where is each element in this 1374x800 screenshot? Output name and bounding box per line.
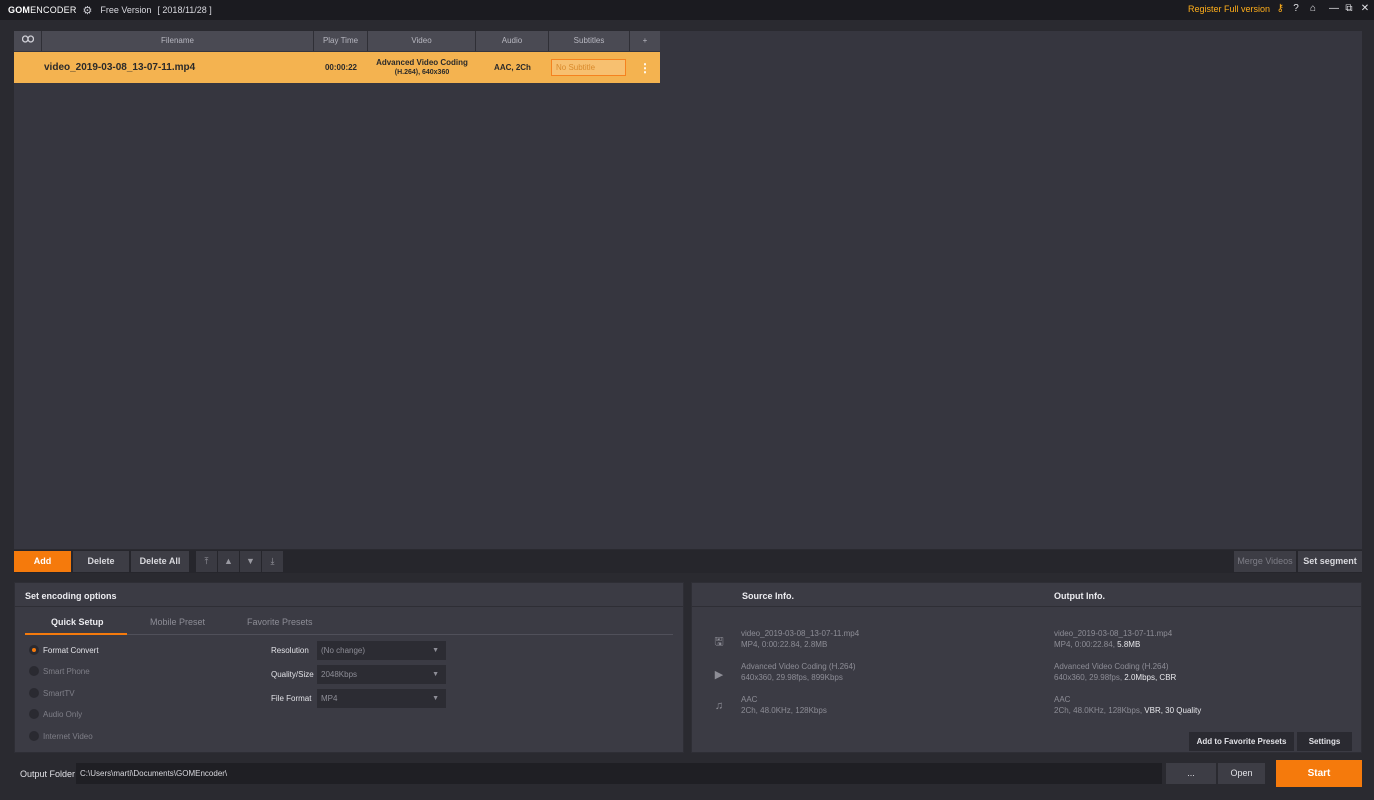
source-video-codec: Advanced Video Coding (H.264) [741, 662, 856, 671]
file-play-time: 00:00:22 [324, 63, 358, 72]
file-name: video_2019-03-08_13-07-11.mp4 [44, 62, 196, 73]
source-audio-details: 2Ch, 48.0KHz, 128Kbps [741, 706, 827, 715]
add-to-favorite-presets-button[interactable]: Add to Favorite Presets [1189, 732, 1294, 751]
key-icon[interactable]: ⚷ [1277, 3, 1284, 14]
radio-smart-phone[interactable] [29, 666, 39, 676]
output-audio-details: 2Ch, 48.0KHz, 128Kbps, VBR, 30 Quality [1054, 706, 1202, 715]
option-smart-phone[interactable]: Smart Phone [43, 667, 90, 676]
register-link[interactable]: Register Full version [1188, 4, 1270, 14]
option-internet-video[interactable]: Internet Video [43, 732, 93, 741]
close-icon[interactable]: ✕ [1358, 3, 1372, 14]
source-audio-codec: AAC [741, 695, 758, 704]
restore-icon[interactable]: ⧉ [1342, 3, 1356, 14]
title-bar: GOMENCODER ⚙ Free Version [ 2018/11/28 ]… [0, 0, 1374, 20]
subtitle-select[interactable]: No Subtitle [551, 59, 626, 76]
resolution-dropdown[interactable]: (No change) ▼ [317, 641, 446, 660]
file-format-dropdown[interactable]: MP4 ▼ [317, 689, 446, 708]
radio-internet-video[interactable] [29, 731, 39, 741]
option-smart-tv[interactable]: SmartTV [43, 689, 75, 698]
file-audio: AAC, 2Ch [494, 63, 531, 72]
move-bottom-icon[interactable]: ⤓ [262, 551, 283, 572]
active-tab-indicator [25, 633, 127, 635]
video-resolution: (H.264), 640x360 [394, 68, 450, 76]
column-filename[interactable]: Filename [42, 31, 314, 51]
output-video-codec: Advanced Video Coding (H.264) [1054, 662, 1169, 671]
source-file-name: video_2019-03-08_13-07-11.mp4 [741, 629, 860, 638]
tab-mobile-preset[interactable]: Mobile Preset [150, 617, 205, 627]
column-audio[interactable]: Audio [476, 31, 549, 51]
file-icon: 🖫 [714, 636, 724, 648]
add-button[interactable]: Add [14, 551, 71, 572]
column-video[interactable]: Video [368, 31, 476, 51]
delete-all-button[interactable]: Delete All [131, 551, 189, 572]
music-note-icon: ♫ [714, 700, 724, 712]
resolution-value: (No change) [321, 646, 366, 655]
add-column-button[interactable]: + [630, 31, 660, 51]
source-info-title: Source Info. [742, 591, 795, 601]
video-codec: Advanced Video Coding [376, 57, 468, 67]
file-video-info: Advanced Video Coding (H.264), 640x360 [368, 58, 476, 78]
quality-size-label: Quality/Size [271, 670, 314, 679]
file-list-panel: Filename Play Time Video Audio Subtitles… [14, 31, 1362, 549]
tab-favorite-presets[interactable]: Favorite Presets [247, 617, 313, 627]
option-format-convert[interactable]: Format Convert [43, 646, 99, 655]
file-row[interactable]: video_2019-03-08_13-07-11.mp4 00:00:22 A… [14, 52, 660, 83]
source-video-details: 640x360, 29.98fps, 899Kbps [741, 673, 843, 682]
output-file-details: MP4, 0:00:22.84, 5.8MB [1054, 640, 1141, 649]
output-folder-path[interactable]: C:\Users\marti\Documents\GOMEncoder\ [76, 763, 1162, 784]
radio-smart-tv[interactable] [29, 688, 39, 698]
subtitle-cell: No Subtitle [549, 59, 630, 76]
version-label: Free Version [100, 5, 152, 15]
file-list-header: Filename Play Time Video Audio Subtitles… [14, 31, 660, 51]
video-camera-icon: ▶ [714, 669, 724, 681]
output-folder-label: Output Folder [20, 769, 76, 779]
file-format-value: MP4 [321, 694, 338, 703]
output-file-name: video_2019-03-08_13-07-11.mp4 [1054, 629, 1173, 638]
radio-format-convert[interactable] [29, 645, 39, 655]
browse-button[interactable]: ... [1166, 763, 1216, 784]
app-logo: GOMENCODER [8, 5, 77, 15]
info-panel: Source Info. Output Info. 🖫 ▶ ♫ video_20… [691, 582, 1362, 753]
home-icon[interactable]: ⌂ [1306, 3, 1320, 14]
move-up-icon[interactable]: ▲ [218, 551, 239, 572]
output-video-details: 640x360, 29.98fps, 2.0Mbps, CBR [1054, 673, 1177, 682]
merge-videos-button[interactable]: Merge Videos [1234, 551, 1296, 572]
version-date: [ 2018/11/28 ] [157, 5, 212, 15]
settings-button[interactable]: Settings [1297, 732, 1352, 751]
quality-size-dropdown[interactable]: 2048Kbps ▼ [317, 665, 446, 684]
chevron-down-icon: ▼ [432, 695, 439, 702]
column-play-time[interactable]: Play Time [314, 31, 368, 51]
source-file-details: MP4, 0:00:22.84, 2.8MB [741, 640, 828, 649]
start-button[interactable]: Start [1276, 760, 1362, 787]
chevron-down-icon: ▼ [432, 647, 439, 654]
chevron-down-icon: ▼ [432, 671, 439, 678]
set-segment-button[interactable]: Set segment [1298, 551, 1362, 572]
option-audio-only[interactable]: Audio Only [43, 710, 82, 719]
output-info-title: Output Info. [1054, 591, 1105, 601]
action-bar: Add Delete Delete All ⤒ ▲ ▼ ⤓ Merge Vide… [14, 550, 1362, 573]
quality-size-value: 2048Kbps [321, 670, 358, 679]
row-menu-icon[interactable]: ⋮ [630, 61, 660, 75]
help-icon[interactable]: ? [1289, 3, 1303, 14]
divider [15, 606, 683, 607]
resolution-label: Resolution [271, 646, 309, 655]
move-top-icon[interactable]: ⤒ [196, 551, 217, 572]
open-folder-button[interactable]: Open [1218, 763, 1265, 784]
delete-button[interactable]: Delete [73, 551, 129, 572]
move-down-icon[interactable]: ▼ [240, 551, 261, 572]
output-audio-codec: AAC [1054, 695, 1071, 704]
file-format-label: File Format [271, 694, 312, 703]
link-toggle-icon[interactable] [14, 31, 42, 51]
tab-quick-setup[interactable]: Quick Setup [51, 617, 104, 627]
radio-audio-only[interactable] [29, 709, 39, 719]
encoding-options-title: Set encoding options [25, 591, 117, 601]
settings-icon[interactable]: ⚙ [83, 4, 93, 17]
column-subtitles[interactable]: Subtitles [549, 31, 630, 51]
encoding-options-panel: Set encoding options Quick Setup Mobile … [14, 582, 684, 753]
minimize-icon[interactable]: — [1327, 3, 1341, 14]
divider [692, 606, 1361, 607]
